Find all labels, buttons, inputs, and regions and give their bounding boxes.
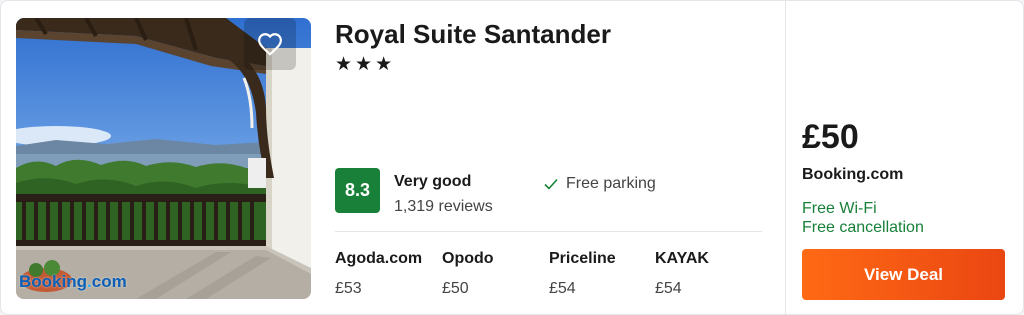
provider-name: Priceline <box>549 250 616 267</box>
provider-price: £53 <box>335 280 362 297</box>
view-deal-button[interactable]: View Deal <box>802 249 1005 300</box>
provider-name: Agoda.com <box>335 250 423 267</box>
provider-offer[interactable]: KAYAK £54 <box>655 250 709 298</box>
star-rating: ★★★ <box>335 54 396 75</box>
provider-name: Opodo <box>442 250 494 267</box>
hotel-result-card: Booking.com Royal Suite Santander ★★★ 8.… <box>0 0 1024 315</box>
divider <box>335 231 762 232</box>
perk-free-wifi: Free Wi-Fi <box>802 200 877 217</box>
provider-offer[interactable]: Opodo £50 <box>442 250 494 298</box>
perk-free-cancellation: Free cancellation <box>802 219 924 236</box>
provider-offer[interactable]: Agoda.com £53 <box>335 250 422 298</box>
best-price: £50 <box>802 118 859 156</box>
column-divider <box>785 1 786 314</box>
provider-price: £54 <box>655 280 682 297</box>
best-price-site: Booking.com <box>802 166 904 183</box>
provider-price: £50 <box>442 280 469 297</box>
rating-score-badge: 8.3 <box>335 168 380 213</box>
amenity-label: Free parking <box>566 175 656 192</box>
rating-label: Very good <box>394 173 472 190</box>
check-icon <box>544 178 558 190</box>
review-count[interactable]: 1,319 reviews <box>394 198 493 216</box>
provider-offer[interactable]: Priceline £54 <box>549 250 616 298</box>
provider-name: KAYAK <box>655 250 709 267</box>
hotel-name[interactable]: Royal Suite Santander <box>335 19 611 50</box>
amenity-item: Free parking <box>543 175 656 193</box>
favorite-button[interactable] <box>244 18 296 70</box>
booking-watermark-logo: Booking.com <box>19 272 127 291</box>
provider-price: £54 <box>549 280 576 297</box>
heart-icon <box>258 33 282 56</box>
